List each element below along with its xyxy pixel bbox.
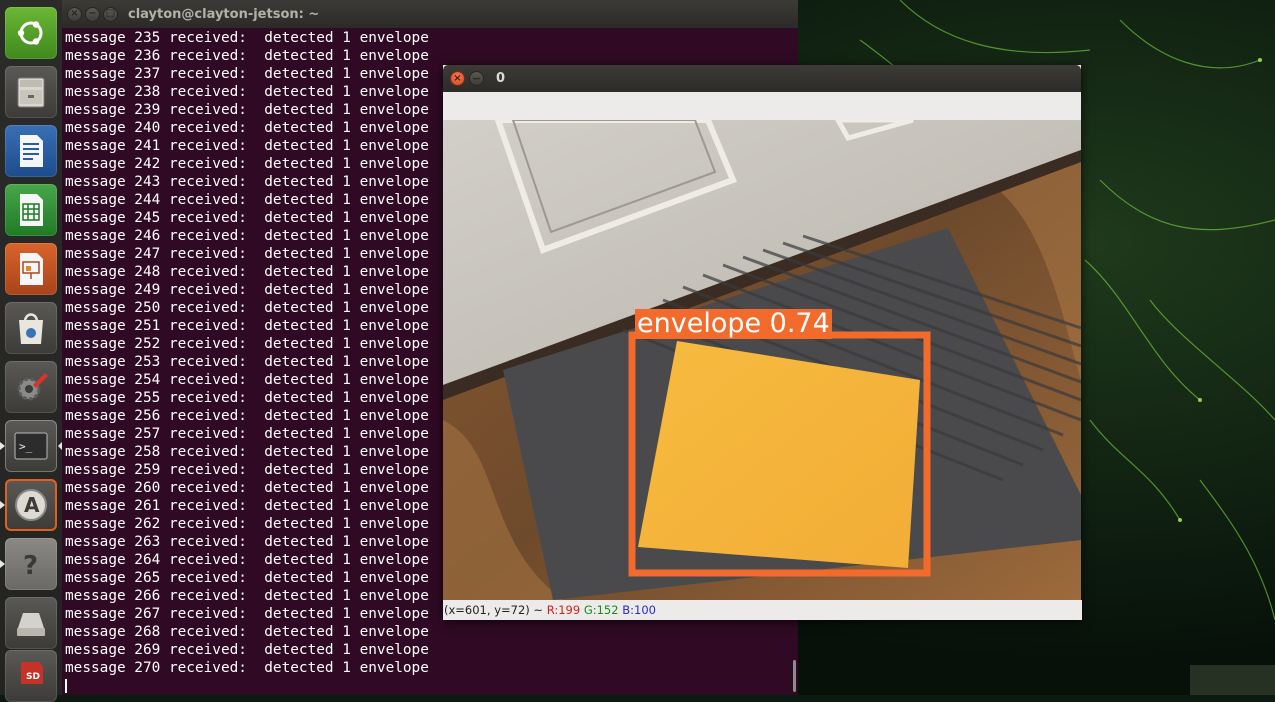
file-cabinet-icon (17, 77, 45, 108)
calc-spreadsheet-icon (20, 194, 43, 226)
detection-image[interactable]: envelope 0.74 (443, 120, 1081, 600)
terminal-scrollbar[interactable] (793, 660, 796, 692)
launcher-libreoffice-impress[interactable] (5, 243, 57, 295)
terminal-prompt[interactable] (65, 677, 795, 695)
terminal-titlebar[interactable]: × − □ clayton@clayton-jetson: ~ (62, 0, 798, 28)
status-blue: B:100 (622, 603, 656, 617)
minimize-icon: − (471, 72, 482, 85)
launcher-files[interactable] (5, 66, 57, 118)
viewer-statusbar: (x=601, y=72) ~ R:199 G:152 B:100 (443, 600, 1082, 620)
status-red: R:199 (546, 603, 581, 617)
minimize-icon: − (88, 8, 97, 19)
terminal-maximize-button[interactable]: □ (103, 6, 118, 22)
detection-label: envelope 0.74 (635, 308, 832, 339)
viewer-close-button[interactable]: × (450, 71, 465, 86)
viewer-titlebar[interactable]: × − 0 (443, 65, 1081, 92)
viewer-title: 0 (496, 71, 506, 86)
writer-document-icon (20, 135, 43, 167)
launcher-sd-card[interactable]: SD (5, 650, 57, 702)
launcher-dash-home[interactable] (5, 7, 57, 59)
photo-doormat-scene (443, 120, 1081, 600)
terminal-line: message 236 received: detected 1 envelop… (65, 48, 429, 64)
launcher-help[interactable]: ? (5, 538, 57, 590)
status-green: G:152 (583, 603, 619, 617)
updater-icon: A (15, 489, 47, 521)
launcher-libreoffice-calc[interactable] (5, 184, 57, 236)
question-mark-icon: ? (23, 551, 38, 581)
close-icon: × (453, 72, 462, 84)
terminal-title: clayton@clayton-jetson: ~ (128, 6, 320, 22)
svg-text:A: A (24, 493, 40, 517)
viewer-toolbar (443, 92, 1081, 120)
terminal-close-button[interactable]: × (67, 6, 82, 22)
svg-text:SD: SD (26, 672, 40, 682)
close-icon: × (70, 8, 79, 19)
terminal-icon: >_ (14, 432, 48, 460)
viewer-minimize-button[interactable]: − (469, 71, 484, 86)
launcher-libreoffice-writer[interactable] (5, 125, 57, 177)
ubuntu-logo-icon (17, 21, 43, 45)
wrench-gear-icon (17, 373, 48, 401)
terminal-cursor (65, 679, 67, 693)
terminal-line: message 235 received: detected 1 envelop… (65, 30, 429, 46)
impress-presentation-icon (20, 253, 43, 285)
terminal-minimize-button[interactable]: − (85, 6, 100, 22)
launcher-software-updater[interactable]: A (5, 479, 57, 531)
running-indicator (0, 560, 5, 568)
drive-icon (17, 613, 45, 636)
launcher-software-center[interactable] (5, 302, 57, 354)
status-coords: (x=601, y=72) ~ (444, 603, 544, 617)
terminal-line: message 270 received: detected 1 envelop… (65, 660, 429, 676)
terminal-line: message 269 received: detected 1 envelop… (65, 642, 429, 658)
launcher-system-settings[interactable] (5, 361, 57, 413)
running-indicator (0, 501, 5, 509)
sd-card-icon: SD (21, 662, 43, 684)
launcher-bar: >_ A ? SD (0, 0, 63, 702)
launcher-terminal[interactable]: >_ (5, 420, 57, 472)
terminal-line: message 268 received: detected 1 envelop… (65, 624, 429, 640)
svg-text:>_: >_ (19, 440, 33, 453)
svg-text:?: ? (23, 551, 38, 581)
maximize-icon: □ (105, 8, 116, 19)
running-indicator (0, 442, 5, 450)
launcher-removable-drive[interactable] (5, 597, 57, 649)
image-viewer-window[interactable]: × − 0 envelope 0.74 (x=601, y=72) ~ R:19… (443, 65, 1082, 620)
shopping-bag-icon (19, 313, 43, 344)
